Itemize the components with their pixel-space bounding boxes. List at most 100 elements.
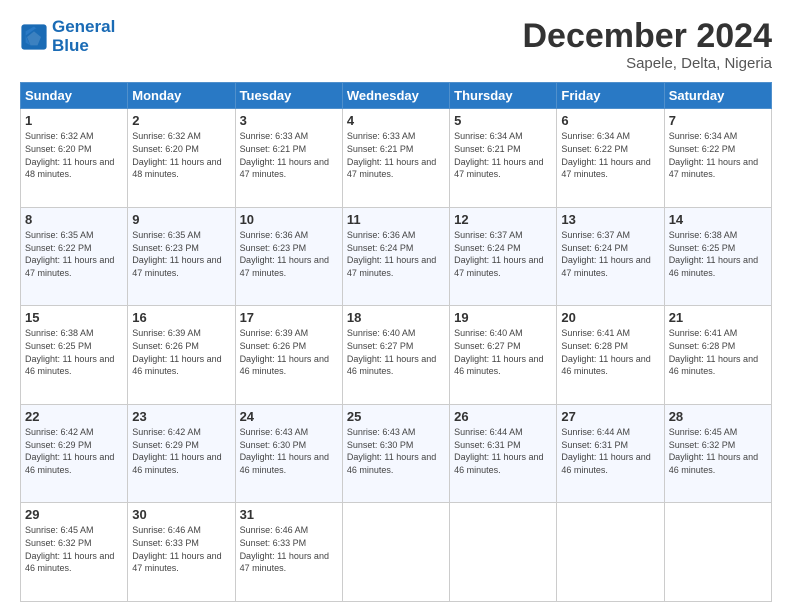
title-block: December 2024 Sapele, Delta, Nigeria <box>522 18 772 72</box>
header: General Blue December 2024 Sapele, Delta… <box>20 18 772 72</box>
day-info: Sunrise: 6:39 AMSunset: 6:26 PMDaylight:… <box>132 327 230 377</box>
calendar-table: SundayMondayTuesdayWednesdayThursdayFrid… <box>20 82 772 602</box>
location: Sapele, Delta, Nigeria <box>522 55 772 72</box>
day-info: Sunrise: 6:32 AMSunset: 6:20 PMDaylight:… <box>25 130 123 180</box>
calendar-cell: 30 Sunrise: 6:46 AMSunset: 6:33 PMDayligh… <box>128 503 235 602</box>
day-info: Sunrise: 6:32 AMSunset: 6:20 PMDaylight:… <box>132 130 230 180</box>
calendar-cell: 21 Sunrise: 6:41 AMSunset: 6:28 PMDayligh… <box>664 306 771 405</box>
day-number: 21 <box>669 310 767 325</box>
calendar-week-row: 1Sunrise: 6:32 AMSunset: 6:20 PMDaylight… <box>21 109 772 208</box>
month-title: December 2024 <box>522 18 772 55</box>
day-info: Sunrise: 6:34 AMSunset: 6:22 PMDaylight:… <box>561 130 659 180</box>
calendar-cell: 6Sunrise: 6:34 AMSunset: 6:22 PMDaylight… <box>557 109 664 208</box>
calendar-cell: 17 Sunrise: 6:39 AMSunset: 6:26 PMDayligh… <box>235 306 342 405</box>
calendar-week-row: 8Sunrise: 6:35 AMSunset: 6:22 PMDaylight… <box>21 207 772 306</box>
calendar-cell: 2 Sunrise: 6:32 AMSunset: 6:20 PMDaylight… <box>128 109 235 208</box>
calendar-cell: 13 Sunrise: 6:37 AMSunset: 6:24 PMDayligh… <box>557 207 664 306</box>
day-number: 5 <box>454 113 552 128</box>
weekday-header: Sunday <box>21 83 128 109</box>
calendar-cell: 28Sunrise: 6:45 AMSunset: 6:32 PMDayligh… <box>664 404 771 503</box>
day-info: Sunrise: 6:45 AMSunset: 6:32 PMDaylight:… <box>669 426 767 476</box>
day-number: 24 <box>240 409 338 424</box>
calendar-cell: 11 Sunrise: 6:36 AMSunset: 6:24 PMDayligh… <box>342 207 449 306</box>
day-info: Sunrise: 6:36 AMSunset: 6:24 PMDaylight:… <box>347 229 445 279</box>
day-info: Sunrise: 6:46 AMSunset: 6:33 PMDaylight:… <box>240 524 338 574</box>
day-number: 2 <box>132 113 230 128</box>
calendar-cell: 8Sunrise: 6:35 AMSunset: 6:22 PMDaylight… <box>21 207 128 306</box>
day-info: Sunrise: 6:46 AMSunset: 6:33 PMDaylight:… <box>132 524 230 574</box>
calendar-cell: 22Sunrise: 6:42 AMSunset: 6:29 PMDayligh… <box>21 404 128 503</box>
weekday-header: Thursday <box>450 83 557 109</box>
weekday-header: Saturday <box>664 83 771 109</box>
page: General Blue December 2024 Sapele, Delta… <box>0 0 792 612</box>
day-number: 25 <box>347 409 445 424</box>
day-number: 23 <box>132 409 230 424</box>
day-number: 29 <box>25 507 123 522</box>
calendar-cell: 23 Sunrise: 6:42 AMSunset: 6:29 PMDayligh… <box>128 404 235 503</box>
calendar-week-row: 29 Sunrise: 6:45 AMSunset: 6:32 PMDayligh… <box>21 503 772 602</box>
logo-line2: Blue <box>52 37 115 56</box>
calendar-cell: 4 Sunrise: 6:33 AMSunset: 6:21 PMDaylight… <box>342 109 449 208</box>
day-info: Sunrise: 6:35 AMSunset: 6:22 PMDaylight:… <box>25 229 123 279</box>
weekday-header: Wednesday <box>342 83 449 109</box>
day-info: Sunrise: 6:36 AMSunset: 6:23 PMDaylight:… <box>240 229 338 279</box>
day-info: Sunrise: 6:34 AMSunset: 6:21 PMDaylight:… <box>454 130 552 180</box>
logo: General Blue <box>20 18 115 55</box>
day-number: 10 <box>240 212 338 227</box>
day-info: Sunrise: 6:43 AMSunset: 6:30 PMDaylight:… <box>347 426 445 476</box>
day-info: Sunrise: 6:38 AMSunset: 6:25 PMDaylight:… <box>25 327 123 377</box>
calendar-cell: 31 Sunrise: 6:46 AMSunset: 6:33 PMDayligh… <box>235 503 342 602</box>
calendar-cell: 1Sunrise: 6:32 AMSunset: 6:20 PMDaylight… <box>21 109 128 208</box>
calendar-cell: 26 Sunrise: 6:44 AMSunset: 6:31 PMDayligh… <box>450 404 557 503</box>
day-info: Sunrise: 6:45 AMSunset: 6:32 PMDaylight:… <box>25 524 123 574</box>
weekday-row: SundayMondayTuesdayWednesdayThursdayFrid… <box>21 83 772 109</box>
calendar-header: SundayMondayTuesdayWednesdayThursdayFrid… <box>21 83 772 109</box>
calendar-cell <box>342 503 449 602</box>
day-info: Sunrise: 6:34 AMSunset: 6:22 PMDaylight:… <box>669 130 767 180</box>
calendar-cell: 14 Sunrise: 6:38 AMSunset: 6:25 PMDayligh… <box>664 207 771 306</box>
calendar-week-row: 15 Sunrise: 6:38 AMSunset: 6:25 PMDayligh… <box>21 306 772 405</box>
day-number: 15 <box>25 310 123 325</box>
day-number: 4 <box>347 113 445 128</box>
logo-line1: General <box>52 18 115 37</box>
day-number: 11 <box>347 212 445 227</box>
day-number: 31 <box>240 507 338 522</box>
calendar-cell: 3Sunrise: 6:33 AMSunset: 6:21 PMDaylight… <box>235 109 342 208</box>
day-number: 14 <box>669 212 767 227</box>
day-number: 30 <box>132 507 230 522</box>
day-info: Sunrise: 6:35 AMSunset: 6:23 PMDaylight:… <box>132 229 230 279</box>
day-number: 13 <box>561 212 659 227</box>
weekday-header: Friday <box>557 83 664 109</box>
day-number: 26 <box>454 409 552 424</box>
logo-icon <box>20 23 48 51</box>
calendar-cell: 7Sunrise: 6:34 AMSunset: 6:22 PMDaylight… <box>664 109 771 208</box>
day-number: 17 <box>240 310 338 325</box>
calendar-cell: 18 Sunrise: 6:40 AMSunset: 6:27 PMDayligh… <box>342 306 449 405</box>
logo-text: General Blue <box>52 18 115 55</box>
day-info: Sunrise: 6:40 AMSunset: 6:27 PMDaylight:… <box>347 327 445 377</box>
day-info: Sunrise: 6:44 AMSunset: 6:31 PMDaylight:… <box>561 426 659 476</box>
day-info: Sunrise: 6:42 AMSunset: 6:29 PMDaylight:… <box>25 426 123 476</box>
calendar-cell: 9 Sunrise: 6:35 AMSunset: 6:23 PMDaylight… <box>128 207 235 306</box>
day-info: Sunrise: 6:38 AMSunset: 6:25 PMDaylight:… <box>669 229 767 279</box>
calendar-cell: 29 Sunrise: 6:45 AMSunset: 6:32 PMDayligh… <box>21 503 128 602</box>
day-number: 16 <box>132 310 230 325</box>
day-number: 19 <box>454 310 552 325</box>
calendar-cell: 19Sunrise: 6:40 AMSunset: 6:27 PMDayligh… <box>450 306 557 405</box>
day-info: Sunrise: 6:39 AMSunset: 6:26 PMDaylight:… <box>240 327 338 377</box>
day-info: Sunrise: 6:44 AMSunset: 6:31 PMDaylight:… <box>454 426 552 476</box>
day-info: Sunrise: 6:33 AMSunset: 6:21 PMDaylight:… <box>347 130 445 180</box>
calendar-cell <box>450 503 557 602</box>
calendar-cell: 25 Sunrise: 6:43 AMSunset: 6:30 PMDayligh… <box>342 404 449 503</box>
calendar-week-row: 22Sunrise: 6:42 AMSunset: 6:29 PMDayligh… <box>21 404 772 503</box>
day-number: 18 <box>347 310 445 325</box>
day-info: Sunrise: 6:42 AMSunset: 6:29 PMDaylight:… <box>132 426 230 476</box>
day-info: Sunrise: 6:41 AMSunset: 6:28 PMDaylight:… <box>561 327 659 377</box>
day-info: Sunrise: 6:43 AMSunset: 6:30 PMDaylight:… <box>240 426 338 476</box>
day-number: 9 <box>132 212 230 227</box>
day-info: Sunrise: 6:41 AMSunset: 6:28 PMDaylight:… <box>669 327 767 377</box>
weekday-header: Tuesday <box>235 83 342 109</box>
day-info: Sunrise: 6:37 AMSunset: 6:24 PMDaylight:… <box>561 229 659 279</box>
calendar-cell <box>557 503 664 602</box>
day-number: 3 <box>240 113 338 128</box>
